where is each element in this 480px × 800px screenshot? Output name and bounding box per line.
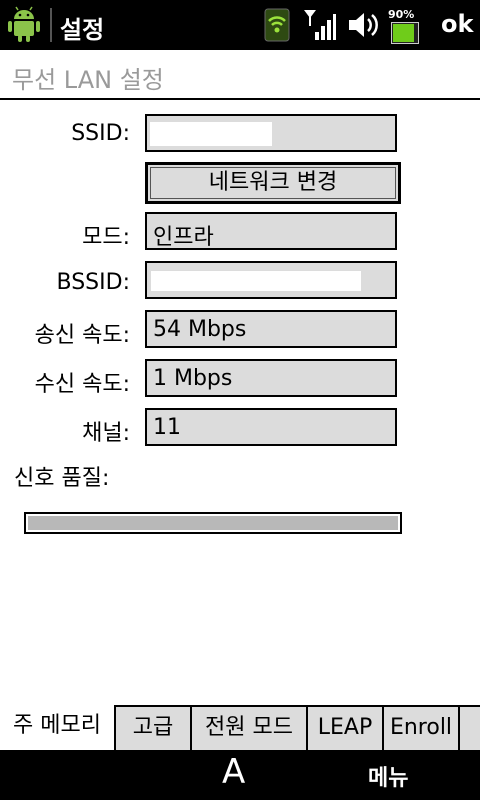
mode-label: 모드:	[82, 225, 130, 250]
softkey-bar: A 메뉴	[0, 750, 480, 800]
signal-quality-label: 신호 품질:	[14, 466, 110, 491]
menu-button[interactable]: 메뉴	[368, 760, 408, 792]
status-bar: 설정 90% ok	[0, 0, 480, 50]
tab-power-mode[interactable]: 전원 모드	[192, 707, 308, 750]
page-header: 무선 LAN 설정	[0, 50, 480, 100]
keyboard-button[interactable]: A	[222, 752, 245, 792]
tab-advanced[interactable]: 고급	[116, 707, 192, 750]
ssid-label: SSID:	[71, 121, 130, 146]
volume-icon[interactable]	[346, 8, 380, 42]
tab-leap[interactable]: LEAP	[308, 707, 384, 750]
signal-quality-bar	[24, 512, 402, 534]
wifi-icon[interactable]	[264, 8, 290, 42]
rx-speed-label: 수신 속도:	[34, 372, 130, 397]
battery-fill	[393, 24, 415, 42]
signal-icon[interactable]	[302, 8, 336, 42]
tab-bar: 주 메모리 고급 전원 모드 LEAP Enroll	[0, 705, 480, 750]
ssid-value-redacted	[150, 122, 272, 146]
battery-indicator[interactable]: 90%	[388, 8, 422, 44]
status-divider	[50, 8, 52, 42]
tx-speed-field: 54 Mbps	[145, 310, 397, 348]
ok-button[interactable]: ok	[441, 10, 473, 38]
change-network-button[interactable]: 네트워크 변경	[145, 162, 401, 204]
mode-field: 인프라	[145, 212, 397, 250]
mode-value: 인프라	[153, 225, 214, 250]
signal-quality-fill	[28, 516, 398, 530]
ssid-field	[145, 114, 397, 152]
tx-speed-value: 54 Mbps	[153, 317, 247, 342]
app-title: 설정	[60, 16, 105, 44]
bssid-field	[145, 261, 397, 299]
rx-speed-field: 1 Mbps	[145, 359, 397, 397]
rx-speed-value: 1 Mbps	[153, 366, 233, 391]
bssid-label: BSSID:	[56, 270, 130, 295]
page-title: 무선 LAN 설정	[12, 66, 164, 94]
channel-label: 채널:	[82, 421, 130, 446]
tab-enroll[interactable]: Enroll	[384, 707, 460, 750]
channel-value: 11	[153, 415, 181, 440]
tab-main-memory[interactable]: 주 메모리	[0, 705, 116, 750]
battery-percent: 90%	[388, 8, 415, 21]
android-icon[interactable]	[5, 6, 43, 44]
bssid-value-redacted	[151, 271, 361, 291]
channel-field: 11	[145, 408, 397, 446]
tx-speed-label: 송신 속도:	[34, 323, 130, 348]
battery-icon	[391, 22, 419, 44]
